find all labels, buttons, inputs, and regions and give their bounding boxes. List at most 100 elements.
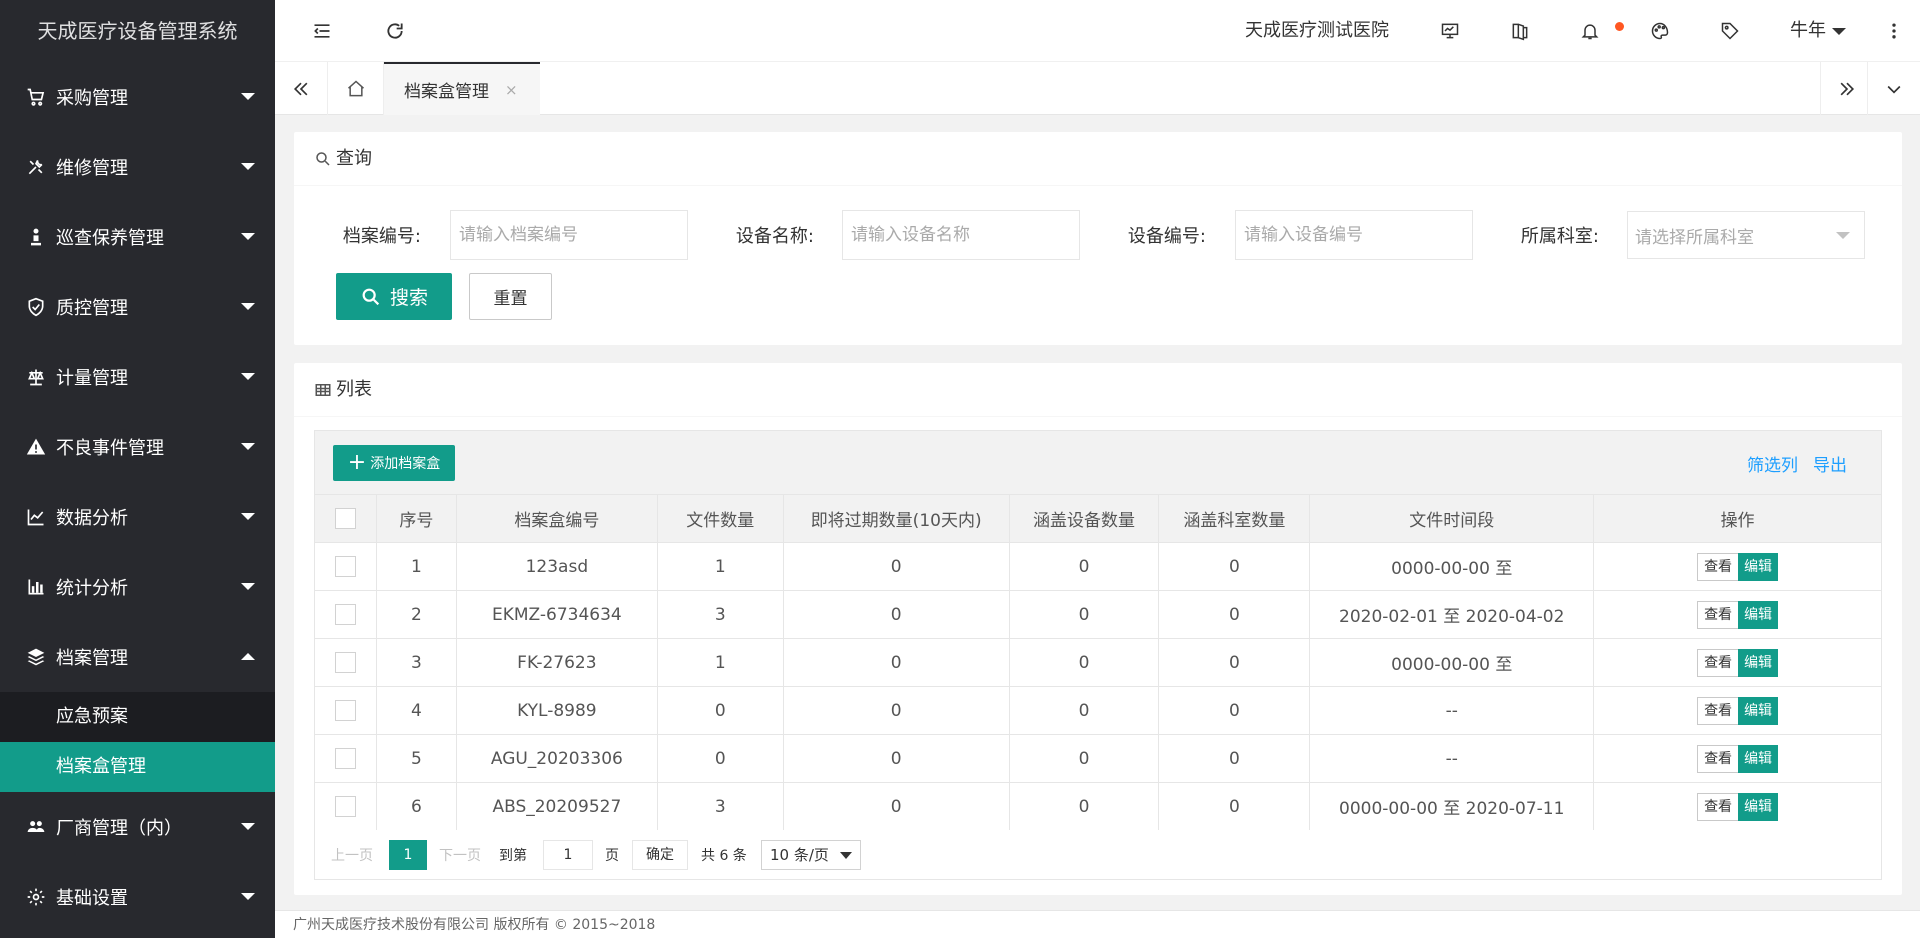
home-icon[interactable] <box>328 62 384 115</box>
close-icon[interactable]: × <box>505 81 518 99</box>
row-checkbox[interactable] <box>334 652 356 673</box>
export-link[interactable]: 导出 <box>1813 451 1847 476</box>
cell-expiring: 0 <box>782 686 1010 735</box>
column-header[interactable]: 涵盖设备数量 <box>1008 494 1160 543</box>
add-archive-box-button[interactable]: + 添加档案盒 <box>333 445 455 481</box>
row-select-cell <box>314 542 377 591</box>
sidebar-item-data-analysis[interactable]: 数据分析 <box>0 482 275 552</box>
table-row[interactable]: 4 KYL-8989 0 0 0 0 -- 查看 编辑 <box>314 686 1882 735</box>
chevron-down-icon <box>241 373 255 380</box>
edit-button[interactable]: 编辑 <box>1738 552 1779 581</box>
column-header[interactable]: 档案盒编号 <box>455 494 658 543</box>
sidebar-subitem-archive-box[interactable]: 档案盒管理 <box>0 742 275 792</box>
department-label: 所属科室: <box>1520 226 1599 247</box>
palette-icon[interactable] <box>1645 0 1675 62</box>
view-button[interactable]: 查看 <box>1697 696 1740 725</box>
cart-icon <box>24 85 48 109</box>
page-size-select[interactable]: 10 条/页 <box>761 840 861 870</box>
view-button[interactable]: 查看 <box>1697 552 1740 581</box>
view-button[interactable]: 查看 <box>1697 792 1740 821</box>
sidebar-item-adverse-events[interactable]: 不良事件管理 <box>0 412 275 482</box>
user-name: 牛年 <box>1790 20 1826 41</box>
cell-period: 0000-00-00 至 2020-07-11 <box>1309 782 1595 831</box>
chevron-down-icon <box>241 513 255 520</box>
goto-confirm-button[interactable]: 确定 <box>632 840 688 870</box>
next-page-button[interactable]: 下一页 <box>439 842 481 870</box>
edit-button[interactable]: 编辑 <box>1738 696 1779 725</box>
column-header[interactable]: 文件时间段 <box>1309 494 1595 543</box>
tab-archive-box-management[interactable]: 档案盒管理 × <box>384 62 540 115</box>
chevron-down-icon <box>241 823 255 830</box>
column-header[interactable]: 涵盖科室数量 <box>1158 494 1311 543</box>
sidebar-item-inspection[interactable]: 巡查保养管理 <box>0 202 275 272</box>
search-button[interactable]: 搜索 <box>336 273 452 320</box>
table-row[interactable]: 1 123asd 1 0 0 0 0000-00-00 至 查看 编辑 <box>314 542 1882 591</box>
table-row[interactable]: 3 FK-27623 1 0 0 0 0000-00-00 至 查看 编辑 <box>314 638 1882 687</box>
reset-button[interactable]: 重置 <box>469 273 552 320</box>
view-button[interactable]: 查看 <box>1697 648 1740 677</box>
tab-label: 档案盒管理 <box>404 82 489 102</box>
goto-page-input[interactable]: 1 <box>543 840 593 870</box>
prev-page-button[interactable]: 上一页 <box>331 842 373 870</box>
column-header[interactable]: 序号 <box>375 494 457 543</box>
plus-icon: + <box>347 450 367 475</box>
page-size-value: 10 条/页 <box>770 846 829 864</box>
user-menu[interactable]: 牛年 <box>1790 0 1846 62</box>
device-name-input[interactable] <box>842 210 1080 260</box>
edit-button[interactable]: 编辑 <box>1738 744 1779 773</box>
monitor-icon[interactable] <box>1435 0 1465 62</box>
cell-devices: 0 <box>1008 734 1160 783</box>
cell-files: 0 <box>656 686 784 735</box>
row-checkbox[interactable] <box>334 604 356 625</box>
chevron-down-icon <box>241 443 255 450</box>
cell-files: 1 <box>656 638 784 687</box>
row-checkbox[interactable] <box>334 700 356 721</box>
sidebar-item-archives[interactable]: 档案管理 <box>0 622 275 692</box>
sidebar-item-basic-settings[interactable]: 基础设置 <box>0 862 275 932</box>
sidebar-item-quality[interactable]: 质控管理 <box>0 272 275 342</box>
search-icon <box>316 151 330 166</box>
tabs-scroll-left-icon[interactable] <box>275 62 328 115</box>
shield-icon <box>24 295 48 319</box>
edit-button[interactable]: 编辑 <box>1738 600 1779 629</box>
row-checkbox[interactable] <box>334 556 356 577</box>
edit-button[interactable]: 编辑 <box>1738 648 1779 677</box>
filter-columns-link[interactable]: 筛选列 <box>1747 451 1798 476</box>
tag-icon[interactable] <box>1715 0 1745 62</box>
current-page-button[interactable]: 1 <box>389 840 427 870</box>
table-row[interactable]: 5 AGU_20203306 0 0 0 0 -- 查看 编辑 <box>314 734 1882 783</box>
chevron-down-icon <box>241 583 255 590</box>
column-header[interactable]: 即将过期数量(10天内) <box>782 494 1010 543</box>
sidebar-item-repair[interactable]: 维修管理 <box>0 132 275 202</box>
column-header[interactable]: 文件数量 <box>656 494 784 543</box>
select-all-cell <box>314 494 377 543</box>
edit-button[interactable]: 编辑 <box>1738 792 1779 821</box>
view-button[interactable]: 查看 <box>1697 744 1740 773</box>
department-select[interactable]: 请选择所属科室 <box>1627 211 1865 259</box>
sidebar-item-vendors[interactable]: 厂商管理（内） <box>0 792 275 862</box>
row-checkbox[interactable] <box>334 748 356 769</box>
table-row[interactable]: 2 EKMZ-6734634 3 0 0 0 2020-02-01 至 2020… <box>314 590 1882 639</box>
page-unit-label: 页 <box>605 848 619 864</box>
sidebar-item-purchase[interactable]: 采购管理 <box>0 62 275 132</box>
hospital-name: 天成医疗测试医院 <box>1245 20 1389 41</box>
caret-down-icon <box>1832 27 1846 35</box>
select-all-checkbox[interactable] <box>334 508 356 529</box>
row-checkbox[interactable] <box>334 796 356 817</box>
cell-no: 5 <box>375 734 457 783</box>
view-button[interactable]: 查看 <box>1697 600 1740 629</box>
book-icon[interactable] <box>1505 0 1535 62</box>
device-no-input[interactable] <box>1235 210 1473 260</box>
table-row[interactable]: 6 ABS_20209527 3 0 0 0 0000-00-00 至 2020… <box>314 782 1882 831</box>
more-vertical-icon[interactable] <box>1881 0 1907 62</box>
menu-toggle-icon[interactable] <box>307 0 337 62</box>
cell-depts: 0 <box>1158 734 1311 783</box>
sidebar-item-metrology[interactable]: 计量管理 <box>0 342 275 412</box>
tabs-scroll-right-icon[interactable] <box>1820 62 1873 115</box>
bell-icon[interactable] <box>1575 0 1605 62</box>
sidebar-subitem-emergency-plan[interactable]: 应急预案 <box>0 692 275 742</box>
tabs-dropdown-icon[interactable] <box>1867 62 1920 115</box>
archive-no-input[interactable] <box>450 210 688 260</box>
sidebar-item-statistics[interactable]: 统计分析 <box>0 552 275 622</box>
refresh-icon[interactable] <box>380 0 410 62</box>
